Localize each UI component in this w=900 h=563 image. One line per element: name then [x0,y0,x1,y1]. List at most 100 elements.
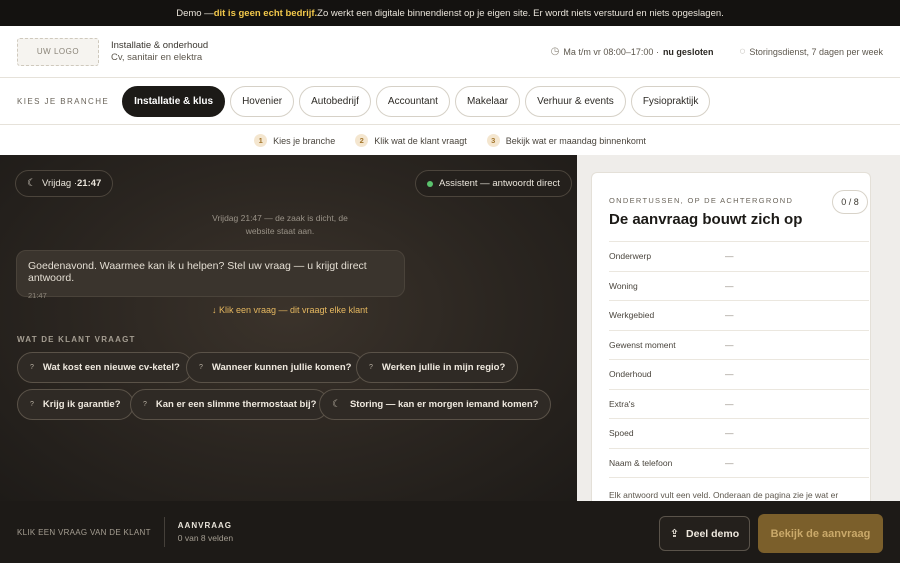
question-label: Kan er een slimme thermostaat bij? [155,399,317,410]
question-regio[interactable]: ? Werken jullie in mijn regio? [356,352,519,383]
time-chip-day: Vrijdag · [41,178,77,189]
field-value: — [725,310,734,321]
assistant-message: Goedenavond. Waarmee kan ik u helpen? St… [16,250,405,300]
question-label: Wanneer kunnen jullie komen? [211,362,352,373]
step-label: Kies je branche [273,135,336,146]
field-value: — [725,369,734,380]
chat-icon: ◌ [739,46,746,57]
company-line-2: Cv, sanitair en elektra [111,51,203,63]
field-label: Gewenst moment [609,339,676,350]
request-card: ONDERTUSSEN, OP DE ACHTERGROND De aanvra… [591,172,871,501]
field-row: Onderhoud — [609,359,869,389]
card-title: De aanvraag bouwt zich op [609,211,803,228]
question-mark-icon: ? [199,364,203,371]
clock-icon: ◷ [550,46,560,57]
company-info: Installatie & onderhoud Cv, sanitair en … [111,40,208,64]
assistant-message-text: Goedenavond. Waarmee kan ik u helpen? St… [28,260,367,284]
field-value: — [725,339,734,350]
logo-placeholder: UW LOGO [17,37,99,66]
header-info: ◷ Ma t/m vr 08:00–17:00 · nu gesloten ◌ … [551,46,883,57]
field-row: Extra's — [609,388,869,419]
card-kicker: ONDERTUSSEN, OP DE ACHTERGROND [609,196,794,205]
field-row: Werkgebied — [609,300,869,330]
question-label: Storing — kan er morgen iemand komen? [349,399,539,410]
aanvraag-title: AANVRAAG [177,521,233,530]
question-mark-icon: ? [143,401,147,408]
field-counter: 0 / 8 [832,190,868,214]
card-footer-text: Elk antwoord vult een veld. Onderaan de … [609,490,839,500]
step-number: 3 [486,134,500,147]
view-request-button[interactable]: Bekijk de aanvraag [758,514,883,553]
field-row: Woning — [609,270,869,301]
aanvraag-status: AANVRAAG 0 van 8 velden [178,519,233,545]
field-label: Onderwerp [609,251,652,262]
step-1: 1 Kies je branche [254,134,335,147]
question-label: Krijg ik garantie? [42,399,121,410]
aanvraag-progress: 0 van 8 velden [177,533,234,543]
field-value: — [725,398,734,409]
field-label: Extra's [609,398,635,409]
bottom-divider [163,517,165,547]
field-value: — [725,280,734,291]
branche-makelaar[interactable]: Makelaar [454,85,521,117]
field-label: Werkgebied [609,310,655,321]
open-status: nu gesloten [662,46,714,57]
assistant-status-chip: Assistent — antwoordt direct [415,170,572,197]
field-label: Woning [609,280,638,291]
demo-banner-suffix: Zo werkt een digitale binnendienst op je… [317,7,724,19]
request-fields: Onderwerp — Woning — Werkgebied — Gewenst m… [609,241,869,478]
branche-installatie[interactable]: Installatie & klus [122,85,226,117]
step-2: 2 Klik wat de klant vraagt [355,134,467,147]
field-value: — [725,428,734,439]
field-row: Onderwerp — [609,241,869,271]
question-mark-icon: ? [369,364,373,371]
share-icon: ⇪ [669,528,680,540]
opening-hours: Ma t/m vr 08:00–17:00 · [563,46,659,57]
field-value: — [725,457,734,468]
demo-banner-prefix: Demo — [176,7,214,19]
field-row: Spoed — [609,418,869,448]
online-dot-icon [427,180,433,187]
branche-accountant[interactable]: Accountant [375,85,450,117]
time-chip: ☾ Vrijdag · 21:47 [15,170,114,197]
branche-autobedrijf[interactable]: Autobedrijf [299,85,371,117]
moon-icon: ☾ [332,399,341,410]
question-hint: ↓ Klik een vraag — dit vraagt elke klant [212,305,368,315]
field-divider [609,477,869,478]
question-mark-icon: ? [30,401,34,408]
step-number: 1 [254,134,268,147]
branche-selector: KIES JE BRANCHE Installatie & klus Hoven… [0,78,900,125]
branche-fysiopraktijk[interactable]: Fysiopraktijk [630,85,711,117]
company-line-1: Installatie & onderhoud [111,39,209,51]
field-label: Spoed [609,428,634,439]
question-mark-icon: ? [30,364,34,371]
site-header: UW LOGO Installatie & onderhoud Cv, sani… [0,26,900,78]
question-garantie[interactable]: ? Krijg ik garantie? [17,389,134,420]
bottom-hint: KLIK EEN VRAAG VAN DE KLANT [17,527,151,537]
bottom-bar: KLIK EEN VRAAG VAN DE KLANT AANVRAAG 0 v… [0,501,900,563]
moon-icon: ☾ [27,178,36,189]
step-number: 2 [355,134,369,147]
step-label: Bekijk wat er maandag binnenkomt [505,135,646,146]
share-demo-label: Deel demo [686,527,740,540]
questions-label: WAT DE KLANT VRAAGT [17,335,136,344]
demo-banner: Demo — dit is geen echt bedrijf. Zo werk… [0,0,900,26]
assistant-status: Assistent — antwoordt direct [439,178,560,189]
question-wanneer[interactable]: ? Wanneer kunnen jullie komen? [186,352,365,383]
branche-verhuur[interactable]: Verhuur & events [525,85,626,117]
chat-panel: ☾ Vrijdag · 21:47 Assistent — antwoordt … [0,155,577,501]
field-value: — [725,251,734,262]
branche-hovenier[interactable]: Hovenier [230,85,295,117]
question-thermostaat[interactable]: ? Kan er een slimme thermostaat bij? [130,389,330,420]
question-storing[interactable]: ☾ Storing — kan er morgen iemand komen? [319,389,552,420]
steps-bar: 1 Kies je branche 2 Klik wat de klant vr… [0,126,900,155]
share-demo-button[interactable]: ⇪ Deel demo [659,516,750,551]
service-info: Storingsdienst, 7 dagen per week [749,46,883,57]
field-label: Onderhoud [609,369,652,380]
time-chip-time: 21:47 [77,178,102,189]
question-cv-ketel[interactable]: ? Wat kost een nieuwe cv-ketel? [17,352,193,383]
branche-label: KIES JE BRANCHE [17,96,110,106]
field-label: Naam & telefoon [609,457,673,468]
question-label: Wat kost een nieuwe cv-ketel? [42,362,180,373]
demo-banner-strong: dit is geen echt bedrijf. [213,7,318,19]
